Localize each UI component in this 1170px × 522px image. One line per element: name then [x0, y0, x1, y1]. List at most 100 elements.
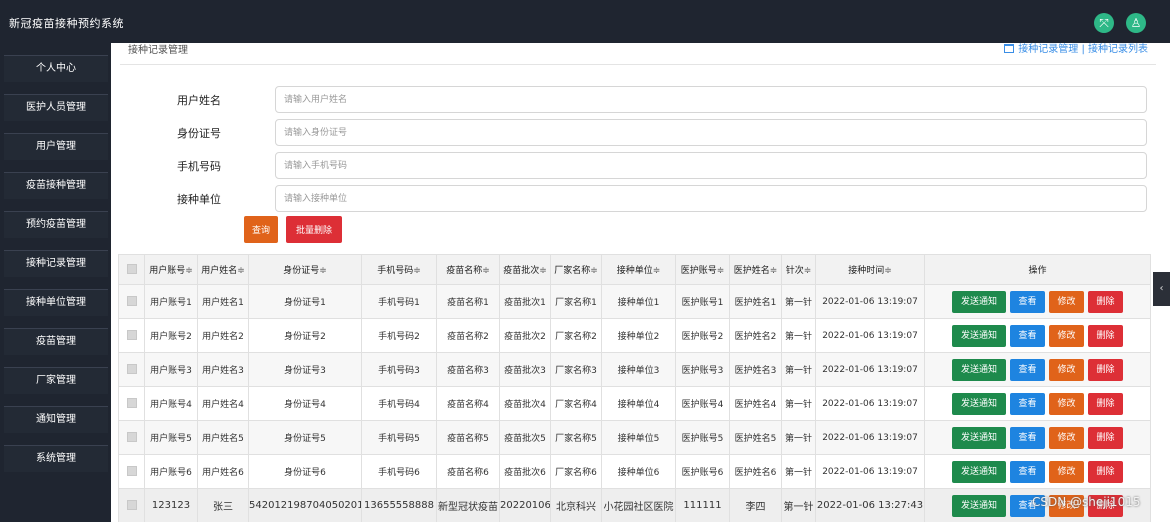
- column-header-label[interactable]: 接种时间: [848, 266, 884, 276]
- column-header[interactable]: 接种单位≑: [601, 254, 676, 285]
- sort-icon[interactable]: ≑: [884, 266, 892, 276]
- sidebar-item-users[interactable]: 用户管理: [4, 133, 108, 160]
- phone-input[interactable]: [275, 152, 1147, 179]
- row-checkbox[interactable]: [126, 432, 137, 443]
- column-header-label[interactable]: 用户账号: [149, 266, 185, 276]
- select-all-checkbox-cell[interactable]: [118, 254, 145, 285]
- column-header-label[interactable]: 医护姓名: [734, 266, 770, 276]
- sidebar-item-manufacturers[interactable]: 厂家管理: [4, 367, 108, 394]
- delete-button[interactable]: 删除: [1088, 426, 1123, 449]
- edit-button[interactable]: 修改: [1049, 392, 1084, 415]
- sort-icon[interactable]: ≑: [237, 266, 245, 276]
- column-header[interactable]: 医护账号≑: [675, 254, 730, 285]
- column-header-label[interactable]: 用户姓名: [201, 266, 237, 276]
- sidebar-item-vaccines[interactable]: 疫苗管理: [4, 328, 108, 355]
- view-button[interactable]: 查看: [1010, 426, 1045, 449]
- row-checkbox-cell[interactable]: [118, 318, 145, 353]
- column-header-label[interactable]: 接种单位: [617, 266, 653, 276]
- row-checkbox[interactable]: [126, 398, 137, 409]
- row-checkbox-cell[interactable]: [118, 488, 145, 522]
- column-header[interactable]: 针次≑: [781, 254, 816, 285]
- row-checkbox[interactable]: [126, 364, 137, 375]
- sidebar-item-system[interactable]: 系统管理: [4, 445, 108, 472]
- user-icon[interactable]: ♙: [1126, 13, 1146, 33]
- sidebar-item-vaccination-records[interactable]: 接种记录管理: [4, 250, 108, 277]
- sort-icon[interactable]: ≑: [482, 266, 490, 276]
- send-notification-button[interactable]: 发送通知: [952, 460, 1006, 483]
- edit-button[interactable]: 修改: [1049, 426, 1084, 449]
- send-notification-button[interactable]: 发送通知: [952, 426, 1006, 449]
- send-notification-button[interactable]: 发送通知: [952, 392, 1006, 415]
- sidebar-item-appointments[interactable]: 预约疫苗管理: [4, 211, 108, 238]
- breadcrumb-path[interactable]: 接种记录管理 | 接种记录列表: [1018, 44, 1148, 55]
- sort-icon[interactable]: ≑: [319, 266, 327, 276]
- delete-button[interactable]: 删除: [1088, 324, 1123, 347]
- delete-button[interactable]: 删除: [1088, 290, 1123, 313]
- view-button[interactable]: 查看: [1010, 392, 1045, 415]
- edit-button[interactable]: 修改: [1049, 460, 1084, 483]
- query-button[interactable]: 查询: [244, 216, 278, 243]
- column-header-label[interactable]: 疫苗批次: [503, 266, 539, 276]
- send-notification-button[interactable]: 发送通知: [952, 358, 1006, 381]
- sort-icon[interactable]: ≑: [653, 266, 661, 276]
- sort-icon[interactable]: ≑: [413, 266, 421, 276]
- view-button[interactable]: 查看: [1010, 358, 1045, 381]
- delete-button[interactable]: 删除: [1088, 392, 1123, 415]
- delete-button[interactable]: 删除: [1088, 460, 1123, 483]
- id-number-input[interactable]: [275, 119, 1147, 146]
- sidebar-item-vaccination-units[interactable]: 接种单位管理: [4, 289, 108, 316]
- column-header-label[interactable]: 手机号码: [377, 266, 413, 276]
- expand-icon[interactable]: ⤧: [1094, 13, 1114, 33]
- column-header-label[interactable]: 医护账号: [681, 266, 717, 276]
- row-checkbox-cell[interactable]: [118, 454, 145, 489]
- column-header[interactable]: 身份证号≑: [248, 254, 362, 285]
- sidebar-item-medical-staff[interactable]: 医护人员管理: [4, 94, 108, 121]
- select-all-checkbox[interactable]: [126, 264, 137, 275]
- sort-icon[interactable]: ≑: [804, 266, 812, 276]
- panel-toggle-handle[interactable]: ‹: [1153, 272, 1170, 306]
- sidebar-item-vaccination[interactable]: 疫苗接种管理: [4, 172, 108, 199]
- send-notification-button[interactable]: 发送通知: [952, 494, 1006, 517]
- row-checkbox-cell[interactable]: [118, 352, 145, 387]
- send-notification-button[interactable]: 发送通知: [952, 290, 1006, 313]
- row-checkbox[interactable]: [126, 466, 137, 477]
- row-checkbox[interactable]: [126, 296, 137, 307]
- sort-icon[interactable]: ≑: [770, 266, 778, 276]
- unit-input[interactable]: [275, 185, 1147, 212]
- column-header[interactable]: 用户账号≑: [144, 254, 198, 285]
- column-header[interactable]: 用户姓名≑: [197, 254, 249, 285]
- sort-icon[interactable]: ≑: [539, 266, 547, 276]
- view-button[interactable]: 查看: [1010, 324, 1045, 347]
- username-input[interactable]: [275, 86, 1147, 113]
- view-button[interactable]: 查看: [1010, 460, 1045, 483]
- column-header[interactable]: 疫苗名称≑: [436, 254, 500, 285]
- sidebar-item-profile[interactable]: 个人中心: [4, 55, 108, 82]
- sidebar-item-notifications[interactable]: 通知管理: [4, 406, 108, 433]
- row-checkbox[interactable]: [126, 500, 137, 510]
- column-header-label[interactable]: 身份证号: [283, 266, 319, 276]
- sort-icon[interactable]: ≑: [590, 266, 598, 276]
- column-header[interactable]: 疫苗批次≑: [499, 254, 551, 285]
- batch-delete-button[interactable]: 批量删除: [286, 216, 342, 243]
- row-checkbox-cell[interactable]: [118, 420, 145, 455]
- column-header[interactable]: 厂家名称≑: [550, 254, 602, 285]
- home-icon[interactable]: [1004, 44, 1015, 53]
- edit-button[interactable]: 修改: [1049, 324, 1084, 347]
- breadcrumb[interactable]: 接种记录管理 | 接种记录列表: [1004, 40, 1148, 55]
- edit-button[interactable]: 修改: [1049, 358, 1084, 381]
- sort-icon[interactable]: ≑: [185, 266, 193, 276]
- edit-button[interactable]: 修改: [1049, 290, 1084, 313]
- column-header-label[interactable]: 厂家名称: [554, 266, 590, 276]
- column-header[interactable]: 医护姓名≑: [729, 254, 782, 285]
- send-notification-button[interactable]: 发送通知: [952, 324, 1006, 347]
- column-header[interactable]: 手机号码≑: [361, 254, 437, 285]
- sort-icon[interactable]: ≑: [717, 266, 725, 276]
- column-header-label[interactable]: 疫苗名称: [446, 266, 482, 276]
- row-checkbox-cell[interactable]: [118, 284, 145, 319]
- column-header[interactable]: 接种时间≑: [815, 254, 925, 285]
- row-checkbox[interactable]: [126, 330, 137, 341]
- column-header-label[interactable]: 针次: [786, 266, 804, 276]
- row-checkbox-cell[interactable]: [118, 386, 145, 421]
- delete-button[interactable]: 删除: [1088, 358, 1123, 381]
- view-button[interactable]: 查看: [1010, 290, 1045, 313]
